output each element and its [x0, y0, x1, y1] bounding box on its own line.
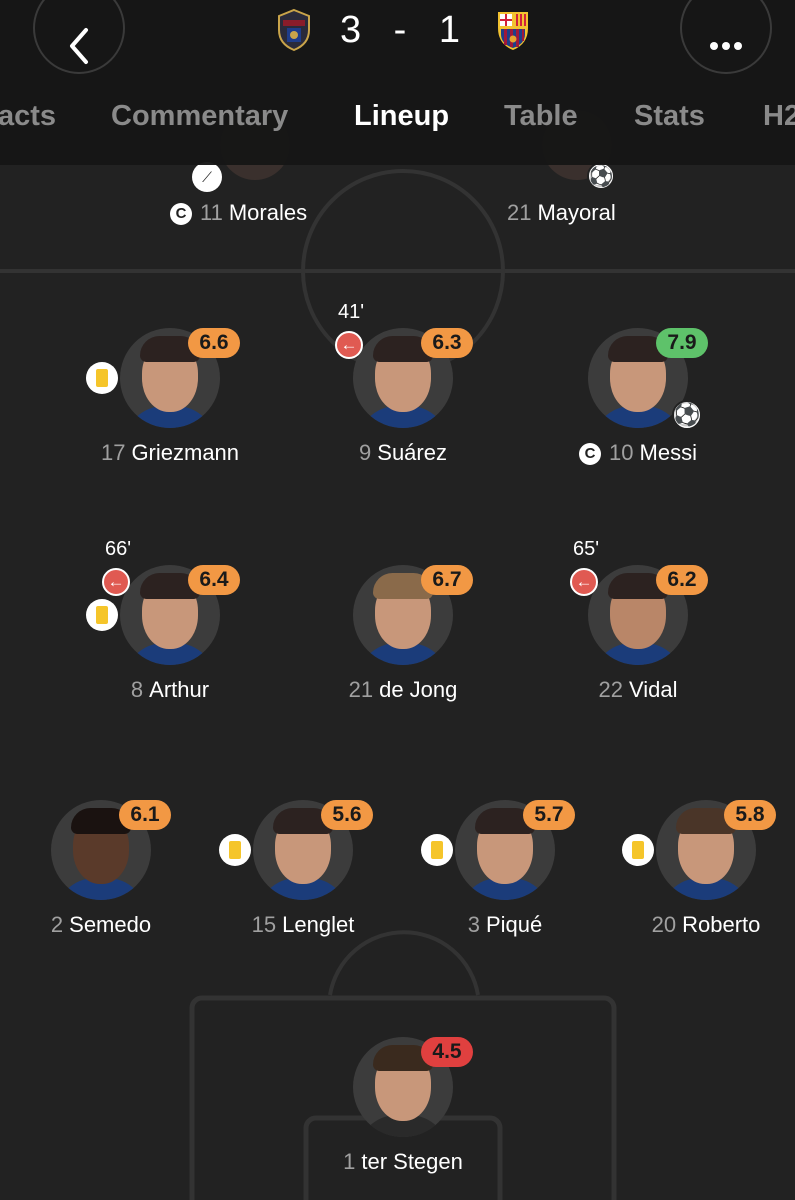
player-card-messi[interactable]: 7.9 ⚽ C 10 Messi: [538, 328, 738, 478]
home-score: 3: [340, 8, 362, 51]
player-card-griezmann[interactable]: 6.6 17 Griezmann: [70, 328, 270, 478]
player-card-de-jong[interactable]: 6.7 21 de Jong: [303, 565, 503, 715]
player-rating: 5.6: [321, 800, 373, 830]
player-card-roberto[interactable]: 5.8 20 Roberto: [606, 800, 795, 950]
substitution-minute: 41': [337, 301, 365, 323]
yellow-card-icon: [622, 834, 654, 866]
away-team-crest[interactable]: [494, 8, 532, 52]
yellow-card-icon: [421, 834, 453, 866]
substitution-minute: 66': [104, 538, 132, 560]
away-score: 1: [438, 8, 460, 51]
boot-icon: ⟋: [192, 162, 222, 192]
player-rating: 6.7: [421, 565, 473, 595]
captain-icon: C: [170, 202, 192, 225]
opponent-name-label: C 11 Morales: [170, 200, 307, 226]
soccer-ball-icon: ⚽: [587, 162, 615, 190]
player-name-label: 22 Vidal: [598, 677, 678, 702]
player-rating: 4.5: [421, 1037, 473, 1067]
player-rating: 6.6: [188, 328, 240, 358]
sub-out-arrow-icon: ←: [335, 331, 363, 359]
substitution-minute: 65': [572, 538, 600, 560]
tab-table[interactable]: Table: [504, 100, 578, 133]
player-rating: 5.7: [523, 800, 575, 830]
tab-commentary[interactable]: Commentary: [111, 100, 288, 133]
yellow-card-icon: [219, 834, 251, 866]
score-separator: -: [393, 8, 407, 51]
player-card-arthur[interactable]: 66' ← 6.4 8 Arthur: [70, 538, 270, 715]
sub-out-arrow-icon: ←: [102, 568, 130, 596]
ellipsis-icon: [710, 42, 742, 50]
tab-lineup[interactable]: Lineup: [354, 100, 449, 133]
player-card-suarez[interactable]: 41' ← 6.3 9 Suárez: [303, 301, 503, 478]
back-button[interactable]: [33, 0, 125, 74]
player-name-label: C 10 Messi: [498, 440, 778, 466]
player-rating: 6.4: [188, 565, 240, 595]
opponent-name-label: 21 Mayoral: [507, 200, 616, 225]
player-card-ter-stegen[interactable]: 4.5 1 ter Stegen: [303, 1037, 503, 1187]
tab-bar: acts Commentary Lineup Table Stats H2: [0, 100, 795, 148]
player-rating: 5.8: [724, 800, 776, 830]
tab-h2h[interactable]: H2: [763, 100, 795, 133]
more-options-button[interactable]: [680, 0, 772, 74]
player-rating: 6.1: [119, 800, 171, 830]
player-name-label: 1 ter Stegen: [343, 1149, 463, 1174]
pitch: ⟋ C 11 Morales ⚽ 21 Mayoral 6.6 17 Griezmann…: [0, 0, 795, 1200]
chevron-left-icon: [70, 28, 88, 64]
barcelona-crest-icon: [498, 12, 528, 50]
sub-out-arrow-icon: ←: [570, 568, 598, 596]
home-team-crest[interactable]: [275, 8, 313, 52]
score-display: 3 - 1: [340, 8, 460, 52]
player-name-label: 20 Roberto: [651, 912, 761, 937]
tab-stats[interactable]: Stats: [634, 100, 705, 133]
levante-crest-icon: [278, 8, 310, 52]
captain-icon: C: [579, 442, 602, 465]
player-rating: 7.9: [656, 328, 708, 358]
player-rating: 6.3: [421, 328, 473, 358]
yellow-card-icon: [86, 362, 118, 394]
soccer-ball-icon: ⚽: [672, 400, 702, 430]
tab-facts[interactable]: acts: [0, 100, 56, 133]
player-rating: 6.2: [656, 565, 708, 595]
match-header: 3 - 1 acts Commentary Lineup Table Stats…: [0, 0, 795, 165]
player-card-vidal[interactable]: 65' ← 6.2 22 Vidal: [538, 538, 738, 715]
yellow-card-icon: [86, 599, 118, 631]
